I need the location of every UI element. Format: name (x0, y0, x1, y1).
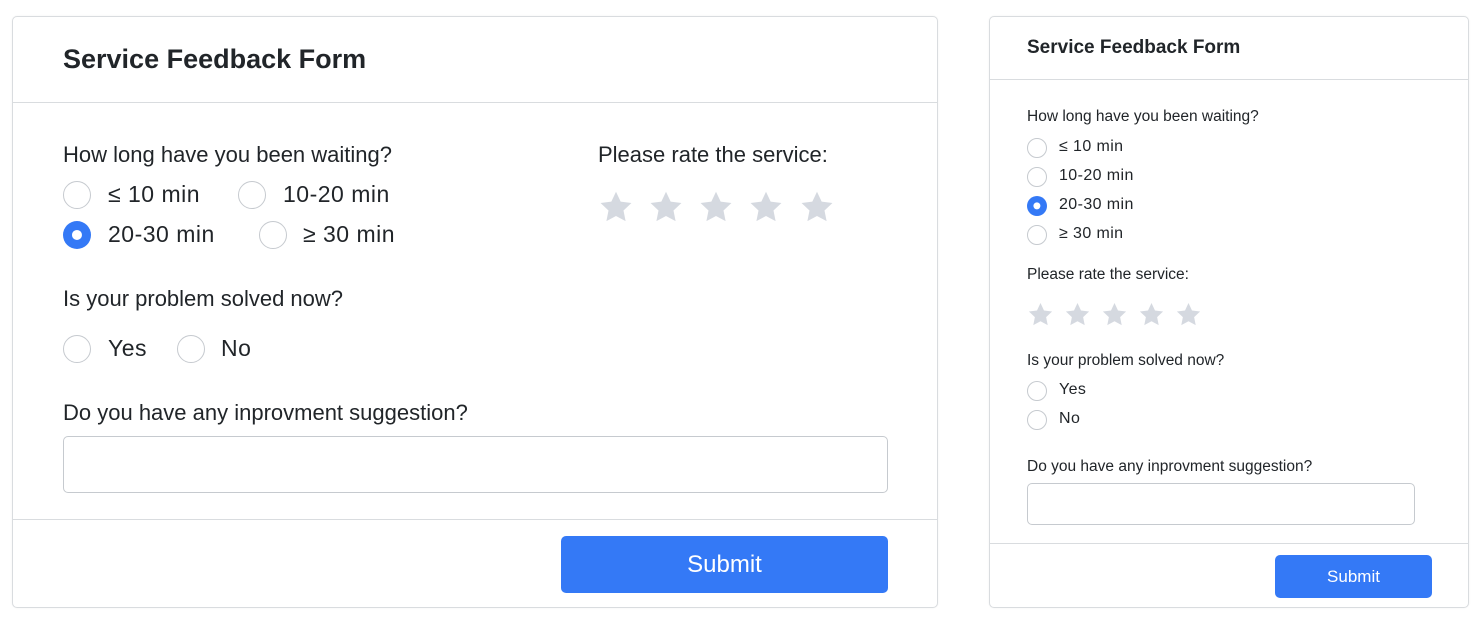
radio-button[interactable] (177, 335, 205, 363)
feedback-card-wide: Service Feedback Form How long have you … (12, 16, 938, 608)
suggestion-input[interactable] (1027, 483, 1415, 525)
solved-option-label: Yes (1059, 381, 1087, 398)
submit-button[interactable]: Submit (561, 536, 888, 593)
solved-question-label: Is your problem solved now? (63, 286, 344, 311)
wait-question-label: How long have you been waiting? (1027, 108, 1259, 125)
star-icon[interactable] (748, 189, 784, 225)
feedback-card-narrow: Service Feedback Form How long have you … (989, 16, 1469, 608)
solved-question-label: Is your problem solved now? (1027, 352, 1225, 369)
star-icon[interactable] (598, 189, 634, 225)
radio-button[interactable] (259, 221, 287, 249)
star-icon[interactable] (1138, 301, 1165, 328)
wait-option-label: 10-20 min (1059, 167, 1134, 184)
wait-option-label: 20-30 min (1059, 196, 1134, 213)
radio-button-checked[interactable] (63, 221, 91, 249)
star-icon[interactable] (1101, 301, 1128, 328)
card-footer: Submit (990, 543, 1468, 607)
wait-question-label: How long have you been waiting? (63, 142, 393, 167)
wait-option-label: 10-20 min (283, 181, 390, 207)
solved-option-label: Yes (108, 335, 148, 361)
star-icon[interactable] (1027, 301, 1054, 328)
wait-option-label: ≤ 10 min (1059, 138, 1124, 155)
solved-option-label: No (1059, 410, 1081, 427)
submit-button[interactable]: Submit (1275, 555, 1432, 598)
suggestion-question-label: Do you have any inprovment suggestion? (63, 400, 468, 425)
radio-button[interactable] (1027, 138, 1047, 158)
card-header: Service Feedback Form (990, 17, 1468, 80)
rating-label: Please rate the service: (598, 142, 828, 167)
rating-label: Please rate the service: (1027, 266, 1189, 283)
wait-option-label: ≤ 10 min (108, 181, 201, 207)
radio-button[interactable] (238, 181, 266, 209)
suggestion-input[interactable] (63, 436, 888, 493)
form-title: Service Feedback Form (1027, 37, 1241, 58)
radio-button[interactable] (1027, 225, 1047, 245)
card-header: Service Feedback Form (13, 17, 937, 103)
wait-option-label: ≥ 30 min (1059, 225, 1124, 242)
wait-option-label: 20-30 min (108, 221, 215, 247)
card-footer: Submit (13, 519, 937, 607)
star-icon[interactable] (698, 189, 734, 225)
star-icon[interactable] (648, 189, 684, 225)
radio-button[interactable] (1027, 167, 1047, 187)
star-icon[interactable] (1064, 301, 1091, 328)
wait-option-label: ≥ 30 min (303, 221, 396, 247)
radio-button[interactable] (1027, 410, 1047, 430)
radio-button[interactable] (1027, 381, 1047, 401)
star-icon[interactable] (1175, 301, 1202, 328)
radio-button[interactable] (63, 181, 91, 209)
radio-button[interactable] (63, 335, 91, 363)
solved-option-label: No (221, 335, 252, 361)
star-icon[interactable] (799, 189, 835, 225)
radio-button-checked[interactable] (1027, 196, 1047, 216)
suggestion-question-label: Do you have any inprovment suggestion? (1027, 458, 1313, 475)
form-title: Service Feedback Form (63, 44, 367, 74)
